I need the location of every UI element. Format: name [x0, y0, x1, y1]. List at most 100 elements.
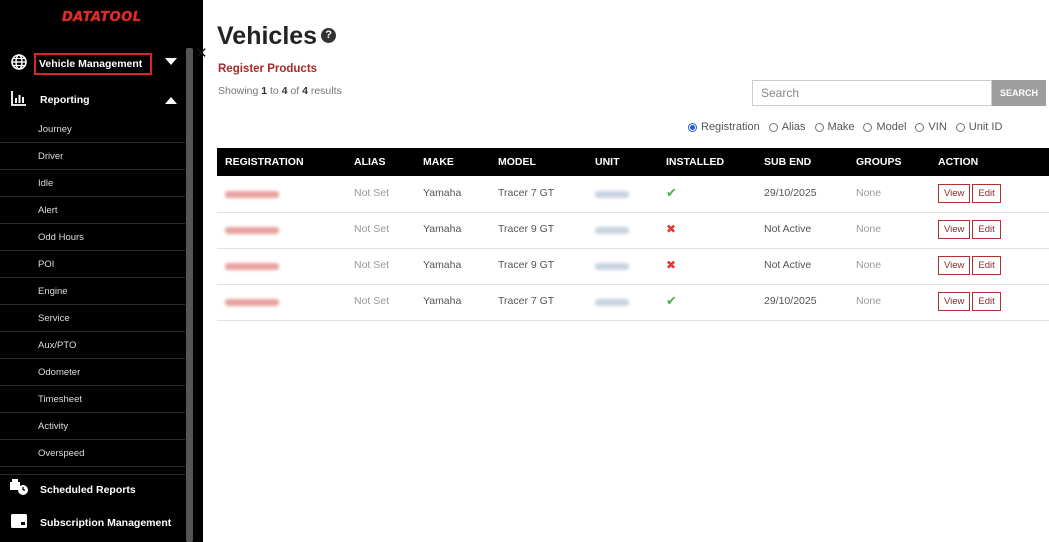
page-title: Vehicles?	[217, 22, 337, 51]
sidebar-item-overspeed[interactable]: Overspeed	[0, 440, 185, 467]
radio-label: Alias	[781, 121, 806, 133]
edit-button[interactable]: Edit	[972, 256, 1001, 275]
header-model[interactable]: MODEL	[498, 148, 536, 176]
radio-make[interactable]: Make	[814, 121, 855, 133]
sidebar-item-odd-hours[interactable]: Odd Hours	[0, 224, 185, 251]
sub-end-cell: 29/10/2025	[764, 295, 817, 307]
table-row: Not Set Yamaha Tracer 7 GT ✔ 29/10/2025 …	[217, 285, 1049, 321]
sidebar-item-subscription-management[interactable]: Subscription Management	[0, 508, 185, 538]
header-unit[interactable]: UNIT	[595, 148, 620, 176]
row-actions: View Edit	[938, 184, 1001, 203]
sidebar: DATATOOL Vehicle Management Reporting Jo…	[0, 0, 203, 542]
header-sub-end[interactable]: SUB END	[764, 148, 811, 176]
groups-cell: None	[856, 223, 882, 235]
radio-icon	[915, 122, 925, 132]
check-icon: ✔	[666, 293, 677, 308]
help-icon[interactable]: ?	[321, 27, 337, 43]
make-cell: Yamaha	[423, 223, 462, 235]
cross-icon: ✖	[666, 258, 677, 272]
sidebar-item-idle[interactable]: Idle	[0, 170, 185, 197]
radio-model[interactable]: Model	[863, 121, 906, 133]
edit-button[interactable]: Edit	[972, 292, 1001, 311]
sidebar-item-label: Subscription Management	[40, 517, 172, 529]
register-products-link[interactable]: Register Products	[218, 63, 317, 75]
cross-icon: ✖	[666, 222, 677, 236]
row-actions: View Edit	[938, 256, 1001, 275]
alias-cell: Not Set	[354, 259, 390, 271]
sidebar-item-alert[interactable]: Alert	[0, 197, 185, 224]
check-icon: ✔	[666, 185, 677, 200]
header-make[interactable]: MAKE	[423, 148, 454, 176]
logo: DATATOOL	[62, 10, 142, 26]
chevron-up-icon[interactable]	[165, 97, 177, 104]
close-icon[interactable]: ✕	[195, 44, 208, 62]
table-header: REGISTRATION ALIAS MAKE MODEL UNIT INSTA…	[217, 148, 1049, 176]
sidebar-item-label: Reporting	[40, 94, 90, 106]
radio-registration[interactable]: Registration	[688, 121, 760, 133]
radio-vin[interactable]: VIN	[915, 121, 947, 133]
registration-cell-redacted	[225, 225, 279, 237]
alias-cell: Not Set	[354, 223, 390, 235]
groups-cell: None	[856, 187, 882, 199]
radio-selected-icon	[688, 122, 697, 132]
sidebar-item-service[interactable]: Service	[0, 305, 185, 332]
search-filter-radios: Registration Alias Make Model VIN Unit I…	[688, 121, 1002, 133]
radio-icon	[768, 122, 778, 132]
header-alias[interactable]: ALIAS	[354, 148, 386, 176]
card-icon	[8, 513, 30, 534]
header-groups[interactable]: GROUPS	[856, 148, 902, 176]
registration-cell-redacted	[225, 261, 279, 273]
sidebar-item-vehicle-management[interactable]: Vehicle Management	[0, 52, 185, 76]
radio-alias[interactable]: Alias	[768, 121, 806, 133]
view-button[interactable]: View	[938, 256, 971, 275]
make-cell: Yamaha	[423, 259, 462, 271]
sidebar-item-aux-pto[interactable]: Aux/PTO	[0, 332, 185, 359]
radio-unit-id[interactable]: Unit ID	[955, 121, 1002, 133]
registration-cell-redacted	[225, 189, 279, 201]
showing-suffix: results	[307, 85, 342, 97]
groups-cell: None	[856, 295, 882, 307]
make-cell: Yamaha	[423, 187, 462, 199]
sidebar-scrollbar[interactable]	[186, 48, 193, 542]
radio-label: Registration	[701, 121, 760, 133]
sidebar-item-journey[interactable]: Journey	[0, 116, 185, 143]
sidebar-item-reporting[interactable]: Reporting	[0, 86, 185, 114]
sub-end-cell: Not Active	[764, 223, 812, 235]
radio-icon	[814, 122, 824, 132]
view-button[interactable]: View	[938, 220, 971, 239]
table-row: Not Set Yamaha Tracer 7 GT ✔ 29/10/2025 …	[217, 177, 1049, 213]
sidebar-item-scheduled-reports[interactable]: Scheduled Reports	[0, 474, 185, 504]
radio-label: Make	[827, 121, 855, 133]
radio-label: Model	[876, 121, 907, 133]
table-row: Not Set Yamaha Tracer 9 GT ✖ Not Active …	[217, 249, 1049, 285]
header-action: ACTION	[938, 156, 979, 168]
groups-cell: None	[856, 259, 882, 271]
sidebar-item-label: Scheduled Reports	[40, 483, 136, 496]
unit-cell-redacted	[595, 189, 629, 201]
chevron-down-icon[interactable]	[165, 58, 177, 65]
reporting-submenu: Journey Driver Idle Alert Odd Hours POI …	[0, 116, 185, 467]
row-actions: View Edit	[938, 220, 1001, 239]
view-button[interactable]: View	[938, 184, 971, 203]
search-input[interactable]: Search	[752, 80, 992, 106]
globe-icon	[8, 53, 30, 75]
sidebar-item-driver[interactable]: Driver	[0, 143, 185, 170]
edit-button[interactable]: Edit	[972, 220, 1001, 239]
make-cell: Yamaha	[423, 295, 462, 307]
header-registration[interactable]: REGISTRATION	[225, 148, 304, 176]
sidebar-item-poi[interactable]: POI	[0, 251, 185, 278]
radio-icon	[955, 122, 965, 132]
view-button[interactable]: View	[938, 292, 971, 311]
edit-button[interactable]: Edit	[972, 184, 1001, 203]
model-cell: Tracer 9 GT	[498, 223, 555, 235]
sidebar-item-timesheet[interactable]: Timesheet	[0, 386, 185, 413]
header-installed[interactable]: INSTALLED	[666, 148, 724, 176]
sidebar-item-activity[interactable]: Activity	[0, 413, 185, 440]
sidebar-item-engine[interactable]: Engine	[0, 278, 185, 305]
search-button[interactable]: SEARCH	[992, 80, 1046, 106]
model-cell: Tracer 7 GT	[498, 187, 555, 199]
page-title-text: Vehicles	[217, 22, 318, 50]
alias-cell: Not Set	[354, 187, 390, 199]
radio-label: VIN	[928, 121, 947, 133]
sidebar-item-odometer[interactable]: Odometer	[0, 359, 185, 386]
